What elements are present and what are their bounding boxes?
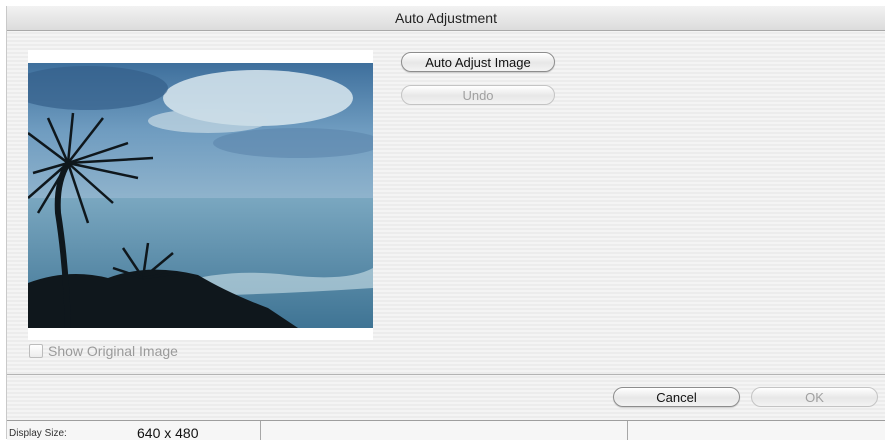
display-size-label: Display Size:	[9, 428, 67, 439]
auto-adjust-image-button[interactable]: Auto Adjust Image	[401, 52, 555, 72]
window-title: Auto Adjustment	[7, 6, 885, 31]
show-original-image-label: Show Original Image	[48, 343, 178, 359]
undo-button[interactable]: Undo	[401, 85, 555, 105]
checkbox-box[interactable]	[29, 344, 43, 358]
auto-adjustment-dialog: Auto Adjustment Auto Adjust Image Undo S…	[6, 6, 885, 441]
status-cell-empty	[261, 421, 628, 440]
photo-seascape	[28, 63, 373, 328]
dialog-divider	[7, 374, 885, 375]
image-preview-frame	[28, 50, 373, 340]
image-preview	[28, 63, 373, 328]
show-original-image-checkbox[interactable]: Show Original Image	[29, 342, 178, 360]
cancel-button[interactable]: Cancel	[613, 387, 740, 407]
ok-button[interactable]: OK	[751, 387, 878, 407]
status-bar: Display Size: 640 x 480	[7, 420, 885, 441]
display-size-cell: Display Size: 640 x 480	[7, 421, 261, 441]
